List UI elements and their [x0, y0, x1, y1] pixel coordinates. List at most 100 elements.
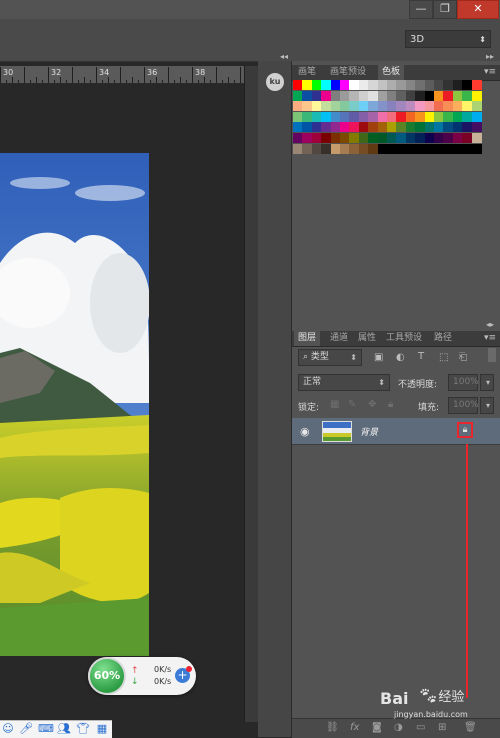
tab-tool-presets[interactable]: 工具预设	[382, 331, 426, 346]
lock-all-icon[interactable]: 🔒︎	[388, 399, 393, 411]
ruler-tick	[198, 80, 199, 83]
fill-label: 填充:	[418, 403, 440, 413]
color-swatch[interactable]	[471, 143, 482, 154]
microphone-icon[interactable]: 🎤︎	[19, 722, 33, 736]
tab-layers[interactable]: 图层	[294, 331, 321, 346]
filter-toggle-switch[interactable]	[488, 348, 496, 362]
ruler-tick	[150, 80, 151, 83]
panel-menu-icon[interactable]: ▾≡	[484, 333, 496, 343]
collapse-arrows-icon[interactable]: ◂◂	[280, 52, 288, 61]
minimize-button[interactable]: —	[409, 0, 433, 19]
adjustment-layer-icon[interactable]: ◑	[394, 722, 403, 733]
right-panel-dock: ▸▸ 画笔 画笔预设 色板 ▾≡ ◂▸ 图层 通道 属性 工具预设 路径 ▾≡ …	[292, 52, 500, 738]
tab-swatches[interactable]: 色板	[378, 65, 405, 80]
layer-filter-value: 类型	[310, 352, 329, 362]
color-swatch[interactable]	[471, 133, 482, 143]
color-swatch[interactable]	[471, 90, 482, 101]
fill-dropdown[interactable]: ▾	[480, 397, 494, 414]
adjustment-filter-icon[interactable]: ◐	[396, 352, 405, 364]
download-arrow-icon: ↓	[131, 677, 139, 687]
smiley-icon[interactable]: ☺	[1, 722, 15, 736]
watermark-url: jingyan.baidu.com	[394, 710, 468, 719]
ruler-tick	[240, 67, 241, 83]
panel-icon-strip: ◂◂ ku	[258, 52, 292, 737]
restore-button[interactable]: ❐	[433, 0, 457, 19]
lock-label: 锁定:	[298, 403, 320, 413]
tab-brush-presets[interactable]: 画笔预设	[326, 65, 370, 80]
layers-collapse-icon[interactable]: ◂▸	[486, 320, 494, 329]
options-bar: 3D ⬍	[0, 19, 500, 62]
eye-icon[interactable]: ◉	[300, 425, 310, 438]
ruler-tick	[108, 77, 109, 83]
workspace-select[interactable]: 3D ⬍	[405, 30, 491, 48]
fill-field[interactable]: 100%	[448, 397, 479, 414]
ruler-label: 30	[3, 68, 14, 77]
chevron-down-icon: ▾	[485, 378, 490, 387]
layer-row[interactable]: ◉ 背景 🔒︎	[292, 418, 500, 445]
paw-icon: 🐾︎经验	[418, 686, 465, 705]
tab-paths[interactable]: 路径	[430, 331, 456, 346]
color-swatch[interactable]	[471, 101, 482, 112]
color-swatch[interactable]	[471, 122, 482, 133]
expand-arrows-icon[interactable]: ▸▸	[486, 52, 494, 61]
opacity-dropdown[interactable]: ▾	[480, 374, 494, 391]
lock-icon[interactable]: 🔒︎	[457, 422, 473, 438]
shirt-icon[interactable]: 👕︎	[76, 722, 90, 736]
group-icon[interactable]: ▭	[416, 722, 425, 733]
color-swatch[interactable]	[471, 111, 482, 122]
lock-position-icon[interactable]: ✥	[368, 399, 376, 411]
ku-plugin-icon[interactable]: ku	[266, 73, 284, 91]
ruler-tick	[120, 67, 121, 83]
network-speed-widget[interactable]: 60% ↑ 0K/s ↓ 0K/s +	[88, 657, 196, 695]
tab-properties[interactable]: 属性	[354, 331, 380, 346]
tab-channels[interactable]: 通道	[326, 331, 352, 346]
chevron-updown-icon: ⬍	[350, 353, 357, 362]
ruler-tick	[96, 67, 97, 83]
pixel-filter-icon[interactable]: ▣	[374, 352, 383, 364]
grid-icon[interactable]: ▦	[95, 722, 109, 736]
opacity-field[interactable]: 100%	[448, 374, 479, 391]
ruler-tick	[162, 80, 163, 83]
ruler-tick	[186, 80, 187, 83]
ruler-tick	[174, 80, 175, 83]
ruler-tick	[36, 77, 37, 83]
canvas-vertical-scrollbar[interactable]	[244, 66, 259, 722]
new-layer-icon[interactable]: ⊞	[438, 722, 446, 733]
lock-transparent-icon[interactable]: ▦	[330, 399, 339, 411]
type-filter-icon[interactable]: T	[418, 351, 424, 363]
lock-image-icon[interactable]: ✎	[348, 399, 356, 411]
user-icon[interactable]: 👥︎	[57, 722, 71, 736]
ruler-tick	[210, 80, 211, 83]
workspace-select-value: 3D	[410, 34, 425, 45]
blend-mode-select[interactable]: 正常 ⬍	[298, 374, 390, 391]
download-speed: 0K/s	[154, 677, 172, 686]
fx-icon[interactable]: fx	[350, 722, 359, 733]
add-mask-icon[interactable]: ◙	[372, 722, 382, 733]
link-layers-icon[interactable]: ⛓	[326, 722, 339, 733]
ruler-label: 34	[99, 68, 110, 77]
close-button[interactable]: ✕	[457, 0, 499, 19]
memory-usage-indicator[interactable]: 60%	[88, 657, 126, 695]
ruler-tick	[114, 80, 115, 83]
ruler-tick	[54, 80, 55, 83]
ruler-tick	[222, 80, 223, 83]
trash-icon[interactable]: 🗑︎	[464, 722, 477, 733]
landscape-photo	[0, 153, 149, 656]
ruler-tick	[234, 80, 235, 83]
ruler-tick	[72, 67, 73, 83]
panel-menu-icon[interactable]: ▾≡	[484, 67, 496, 77]
ruler-tick	[156, 77, 157, 83]
chevron-down-icon: ▾	[485, 401, 490, 410]
smart-object-filter-icon[interactable]: ⎗	[459, 352, 467, 364]
tab-brush[interactable]: 画笔	[294, 65, 320, 80]
shape-filter-icon[interactable]: ⬚	[439, 352, 448, 364]
ruler-tick	[168, 67, 169, 83]
ruler-tick	[228, 77, 229, 83]
ruler-tick	[48, 67, 49, 83]
color-swatch[interactable]	[471, 80, 482, 90]
notification-dot	[186, 666, 192, 672]
layer-filter-select[interactable]: ⌕ 类型 ⬍	[298, 349, 362, 366]
keyboard-icon[interactable]: ⌨	[38, 722, 54, 736]
layer-name[interactable]: 背景	[360, 425, 378, 438]
ruler-tick	[60, 77, 61, 83]
